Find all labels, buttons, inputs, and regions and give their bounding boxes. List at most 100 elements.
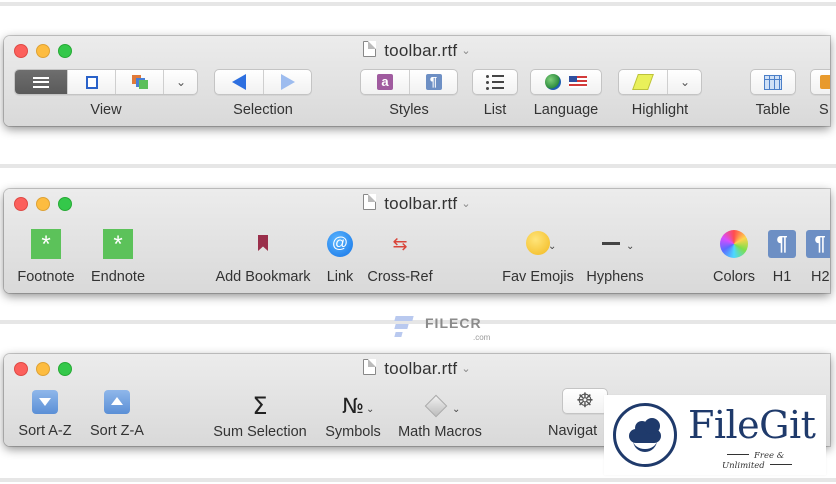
- chevron-down-icon: ⌄: [679, 75, 691, 89]
- sort-z-a-tool[interactable]: Sort Z-A: [82, 390, 152, 440]
- layers-icon: [131, 75, 148, 89]
- truncated-button[interactable]: [810, 69, 830, 95]
- chevron-down-icon: ⌄: [366, 404, 375, 415]
- selection-segmented-control[interactable]: [214, 69, 312, 95]
- view-segmented-control[interactable]: ⌄: [14, 69, 198, 95]
- chevron-down-icon: ⌄: [626, 241, 635, 252]
- colors-tool[interactable]: Colors: [708, 230, 760, 286]
- footnote-icon: *: [31, 229, 61, 259]
- selection-label: Selection: [233, 102, 293, 118]
- h1-label: H1: [772, 269, 792, 285]
- math-macros-label: Math Macros: [398, 424, 482, 440]
- h2-label: H2: [811, 269, 830, 285]
- link-label: Link: [326, 269, 354, 285]
- footnote-tool[interactable]: * Footnote: [12, 229, 80, 286]
- table-button-face: [751, 70, 795, 94]
- highlighter-icon: [632, 74, 654, 90]
- highlight-button[interactable]: [619, 70, 667, 94]
- styles-label: Styles: [389, 102, 429, 118]
- cross-ref-tool[interactable]: ⇆ Cross-Ref: [364, 231, 436, 286]
- navigation-button-face: ☸: [563, 389, 607, 413]
- sort-a-z-label: Sort A-Z: [18, 423, 72, 439]
- hyphens-label: Hyphens: [586, 269, 644, 285]
- list-label: List: [483, 102, 507, 118]
- h1-tool[interactable]: ¶ H1: [766, 230, 798, 286]
- view-menu-button[interactable]: ⌄: [163, 70, 198, 94]
- smiley-emoji-icon: [526, 231, 550, 255]
- table-button[interactable]: [750, 69, 796, 95]
- view-sidebar-button[interactable]: [15, 70, 67, 94]
- numero-icon: №: [342, 394, 364, 418]
- footnote-label: Footnote: [17, 269, 75, 285]
- sum-selection-tool[interactable]: Σ Sum Selection: [206, 392, 314, 441]
- hyphens-tool[interactable]: ⌄ Hyphens: [582, 231, 648, 286]
- filecr-name: FILECR: [425, 315, 482, 331]
- arrow-left-icon: [232, 74, 246, 90]
- filegit-tagline: Free & Unlimited: [722, 451, 826, 471]
- endnote-tool[interactable]: * Endnote: [84, 229, 152, 286]
- page-icon: [85, 75, 98, 89]
- window-title-text: toolbar.rtf: [384, 41, 458, 60]
- sigma-icon: Σ: [252, 392, 268, 420]
- bookmark-icon: [258, 235, 268, 251]
- toolbar-window-insert: toolbar.rtf ⌄ * Footnote * Endnote Add Bo…: [4, 189, 830, 293]
- paragraph-style-button[interactable]: ¶: [409, 70, 457, 94]
- toolbar-window-format: toolbar.rtf ⌄ ⌄ View Selection a ¶ Styles: [4, 36, 830, 126]
- highlight-menu-button[interactable]: ⌄: [667, 70, 702, 94]
- sort-a-z-tool[interactable]: Sort A-Z: [10, 390, 80, 440]
- language-label: Language: [533, 102, 599, 118]
- styles-segmented-control[interactable]: a ¶: [360, 69, 458, 95]
- highlight-label: Highlight: [631, 102, 689, 118]
- chevron-down-icon: ⌄: [548, 241, 557, 252]
- add-bookmark-tool[interactable]: Add Bookmark: [210, 235, 316, 286]
- fav-emojis-label: Fav Emojis: [502, 269, 574, 285]
- symbols-label: Symbols: [325, 424, 381, 440]
- window-title-text: toolbar.rtf: [384, 194, 458, 213]
- selection-previous-button[interactable]: [215, 70, 263, 94]
- chevron-down-icon: ⌄: [452, 404, 461, 415]
- divider-top: [0, 2, 836, 6]
- highlight-segmented-control[interactable]: ⌄: [618, 69, 702, 95]
- sort-descending-icon: [32, 390, 58, 414]
- hamburger-icon: [33, 76, 49, 88]
- logo-ring: [633, 440, 657, 452]
- endnote-icon: *: [103, 229, 133, 259]
- table-label: Table: [755, 102, 791, 118]
- navigation-button[interactable]: ☸: [562, 388, 608, 414]
- ship-wheel-icon: ☸: [576, 390, 594, 412]
- filegit-watermark: FileGit Free & Unlimited: [604, 395, 826, 475]
- divider-lower: [0, 320, 836, 324]
- paragraph-h2-icon: ¶: [806, 230, 830, 258]
- cross-ref-arrows-icon: ⇆: [392, 234, 408, 254]
- list-button[interactable]: [472, 69, 518, 95]
- view-page-button[interactable]: [67, 70, 115, 94]
- filegit-name: FileGit: [688, 403, 816, 447]
- math-macros-tool[interactable]: ⌄ Math Macros: [390, 392, 490, 441]
- title-chevron-down-icon: ⌄: [461, 45, 471, 57]
- character-style-button[interactable]: a: [361, 70, 409, 94]
- cross-ref-label: Cross-Ref: [367, 269, 433, 285]
- paragraph-style-icon: ¶: [425, 74, 442, 90]
- title-chevron-down-icon: ⌄: [461, 198, 471, 210]
- add-bookmark-label: Add Bookmark: [215, 269, 311, 285]
- symbols-tool[interactable]: № ⌄ Symbols: [318, 392, 388, 441]
- h2-tool[interactable]: ¶ H2: [806, 230, 830, 286]
- selection-next-button[interactable]: [263, 70, 311, 94]
- truncated-label: S: [819, 102, 829, 118]
- us-flag-icon: [569, 76, 587, 88]
- fav-emojis-tool[interactable]: ⌄ Fav Emojis: [498, 231, 578, 286]
- view-label: View: [90, 102, 122, 118]
- color-wheel-icon: [720, 230, 748, 258]
- link-tool[interactable]: @ Link: [320, 231, 360, 286]
- sort-ascending-icon: [104, 390, 130, 414]
- window-title[interactable]: toolbar.rtf ⌄: [4, 359, 830, 379]
- view-layers-button[interactable]: [115, 70, 163, 94]
- window-title[interactable]: toolbar.rtf ⌄: [4, 194, 830, 214]
- character-style-icon: a: [377, 74, 393, 90]
- language-button[interactable]: [530, 69, 602, 95]
- list-button-face: [473, 70, 517, 94]
- title-chevron-down-icon: ⌄: [461, 363, 471, 375]
- endnote-label: Endnote: [90, 269, 146, 285]
- truncated-icon: [820, 75, 830, 89]
- window-title[interactable]: toolbar.rtf ⌄: [4, 41, 830, 61]
